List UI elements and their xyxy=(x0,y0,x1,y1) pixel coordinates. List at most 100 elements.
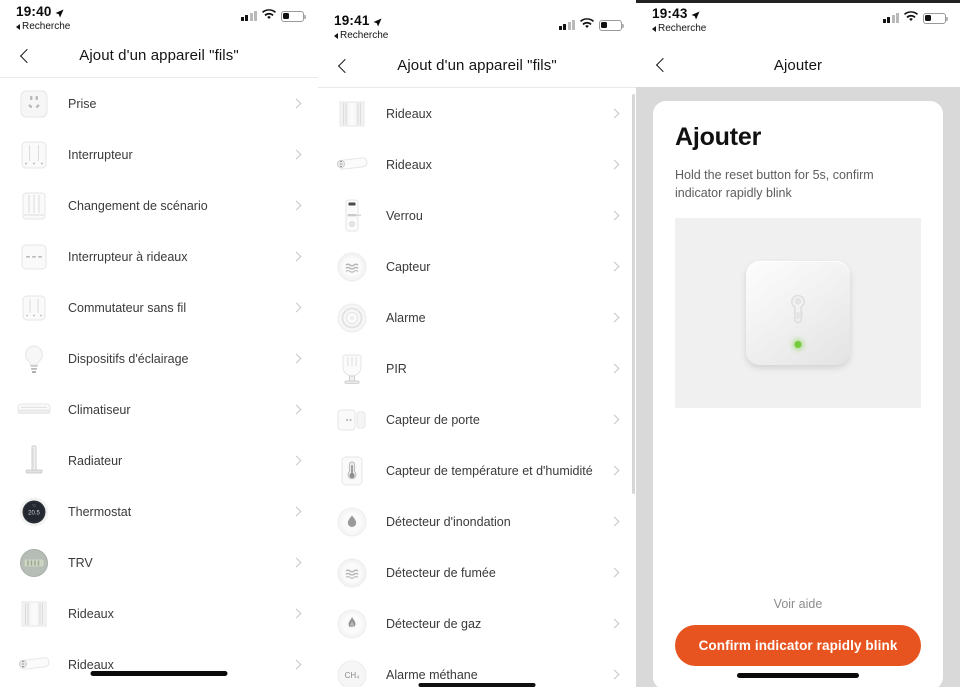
status-led-indicator xyxy=(794,341,802,349)
nav-bar: Ajouter xyxy=(636,43,960,87)
status-bar: 19:43 Recherche xyxy=(636,3,960,43)
device-type-label: Climatiseur xyxy=(68,402,131,417)
device-type-row[interactable]: Climatiseur xyxy=(0,384,318,435)
status-back-to-app[interactable]: Recherche xyxy=(334,29,389,41)
device-type-label: Capteur xyxy=(386,259,431,274)
card-description: Hold the reset button for 5s, confirm in… xyxy=(675,168,874,201)
device-type-row[interactable]: Dispositifs d'éclairage xyxy=(0,333,318,384)
status-back-label: Recherche xyxy=(22,20,71,32)
triangle-left-icon xyxy=(334,32,338,39)
status-back-to-app[interactable]: Recherche xyxy=(16,20,71,32)
status-bar-left: 19:40 Recherche xyxy=(16,5,70,32)
device-type-row[interactable]: Rideaux xyxy=(0,588,318,639)
nav-back-button[interactable] xyxy=(646,43,680,87)
page-title: Ajout d'un appareil "fils" xyxy=(397,57,557,74)
device-type-row[interactable]: Rideaux xyxy=(318,88,636,139)
location-arrow-icon xyxy=(55,7,64,18)
device-type-label: Rideaux xyxy=(68,606,114,621)
thermometer-keyhole-icon xyxy=(785,293,811,334)
device-type-label: Rideaux xyxy=(386,106,432,121)
status-bar-left: 19:43 Recherche xyxy=(652,7,706,34)
battery-low-icon xyxy=(599,19,625,31)
device-type-label: Capteur de porte xyxy=(386,412,480,427)
device-type-row[interactable]: Interrupteur xyxy=(0,129,318,180)
chevron-right-icon xyxy=(609,567,620,578)
device-type-row[interactable]: Commutateur sans fil xyxy=(0,282,318,333)
device-type-row[interactable]: 20.5 °C Thermostat xyxy=(0,486,318,537)
scene-switch-icon xyxy=(14,186,54,226)
wifi-icon xyxy=(580,16,594,34)
chevron-right-icon xyxy=(609,618,620,629)
confirm-indicator-button[interactable]: Confirm indicator rapidly blink xyxy=(675,625,921,666)
device-type-row[interactable]: Verrou xyxy=(318,190,636,241)
help-link[interactable]: Voir aide xyxy=(675,597,921,625)
sensor-icon xyxy=(332,247,372,287)
device-type-row[interactable]: Rideaux xyxy=(318,139,636,190)
status-bar-left: 19:41 Recherche xyxy=(334,14,388,41)
device-type-row[interactable]: TRV xyxy=(0,537,318,588)
device-type-label: Thermostat xyxy=(68,504,132,519)
device-type-row[interactable]: Alarme xyxy=(318,292,636,343)
phone-screen-3: 19:43 Recherche Ajouter Ajouter Hold the… xyxy=(636,0,960,687)
device-type-label: Alarme xyxy=(386,310,426,325)
device-type-row[interactable]: Capteur de température et d'humidité xyxy=(318,445,636,496)
curtain-icon xyxy=(332,94,372,134)
alarm-siren-icon xyxy=(332,298,372,338)
chevron-right-icon xyxy=(609,669,620,680)
radiator-icon xyxy=(14,441,54,481)
page-title: Ajouter xyxy=(773,56,823,74)
device-type-row[interactable]: Interrupteur à rideaux xyxy=(0,231,318,282)
screenshot-panels: 19:40 Recherche Ajout d'un appareil "fil… xyxy=(0,0,960,687)
battery-low-icon xyxy=(281,10,307,22)
device-type-row[interactable]: Détecteur de fumée xyxy=(318,547,636,598)
status-back-label: Recherche xyxy=(340,29,389,41)
pairing-card-wrapper: Ajouter Hold the reset button for 5s, co… xyxy=(636,87,960,687)
device-type-row[interactable]: CH₄ Alarme méthane xyxy=(318,649,636,687)
status-back-label: Recherche xyxy=(658,22,707,34)
nav-bar: Ajout d'un appareil "fils" xyxy=(0,34,318,78)
chevron-left-icon xyxy=(337,58,353,73)
device-type-row[interactable]: Détecteur de gaz xyxy=(318,598,636,649)
status-time: 19:40 xyxy=(16,5,70,19)
device-type-row[interactable]: Capteur xyxy=(318,241,636,292)
status-back-to-app[interactable]: Recherche xyxy=(652,22,707,34)
chevron-right-icon xyxy=(609,363,620,374)
chevron-right-icon xyxy=(291,200,302,211)
home-indicator xyxy=(418,683,536,687)
home-indicator xyxy=(737,673,859,678)
chevron-right-icon xyxy=(291,455,302,466)
roller-blind-icon xyxy=(332,145,372,185)
nav-back-button[interactable] xyxy=(10,34,44,77)
status-time-text: 19:40 xyxy=(16,4,52,19)
chevron-left-icon xyxy=(655,57,671,73)
chevron-right-icon xyxy=(291,353,302,364)
device-type-row[interactable]: Changement de scénario xyxy=(0,180,318,231)
curtain-icon xyxy=(14,594,54,634)
svg-text:CH₄: CH₄ xyxy=(345,671,360,680)
status-bar-right xyxy=(240,5,307,25)
device-type-list[interactable]: Rideaux Rideaux Verrou Capteur Alarme PIR Capt… xyxy=(318,88,636,687)
device-type-list[interactable]: Prise Interrupteur Changement de scénario I… xyxy=(0,78,318,687)
chevron-right-icon xyxy=(609,414,620,425)
nav-back-button[interactable] xyxy=(328,44,362,87)
device-type-label: Interrupteur xyxy=(68,147,133,162)
device-type-label: Détecteur de gaz xyxy=(386,616,482,631)
device-type-row[interactable]: Rideaux xyxy=(0,639,318,687)
triangle-left-icon xyxy=(652,25,656,32)
device-type-row[interactable]: Détecteur d'inondation xyxy=(318,496,636,547)
chevron-right-icon xyxy=(291,557,302,568)
device-type-row[interactable]: PIR xyxy=(318,343,636,394)
sensor-device-illustration xyxy=(746,261,850,366)
device-type-row[interactable]: Radiateur xyxy=(0,435,318,486)
chevron-right-icon xyxy=(609,108,620,119)
device-type-row[interactable]: Prise xyxy=(0,78,318,129)
device-type-label: Commutateur sans fil xyxy=(68,300,187,315)
device-type-label: PIR xyxy=(386,361,407,376)
device-type-label: Prise xyxy=(68,96,97,111)
radiator-valve-icon xyxy=(14,543,54,583)
chevron-right-icon xyxy=(291,149,302,160)
chevron-right-icon xyxy=(609,312,620,323)
location-arrow-icon xyxy=(373,16,382,27)
device-type-row[interactable]: Capteur de porte xyxy=(318,394,636,445)
status-time-text: 19:41 xyxy=(334,13,370,28)
